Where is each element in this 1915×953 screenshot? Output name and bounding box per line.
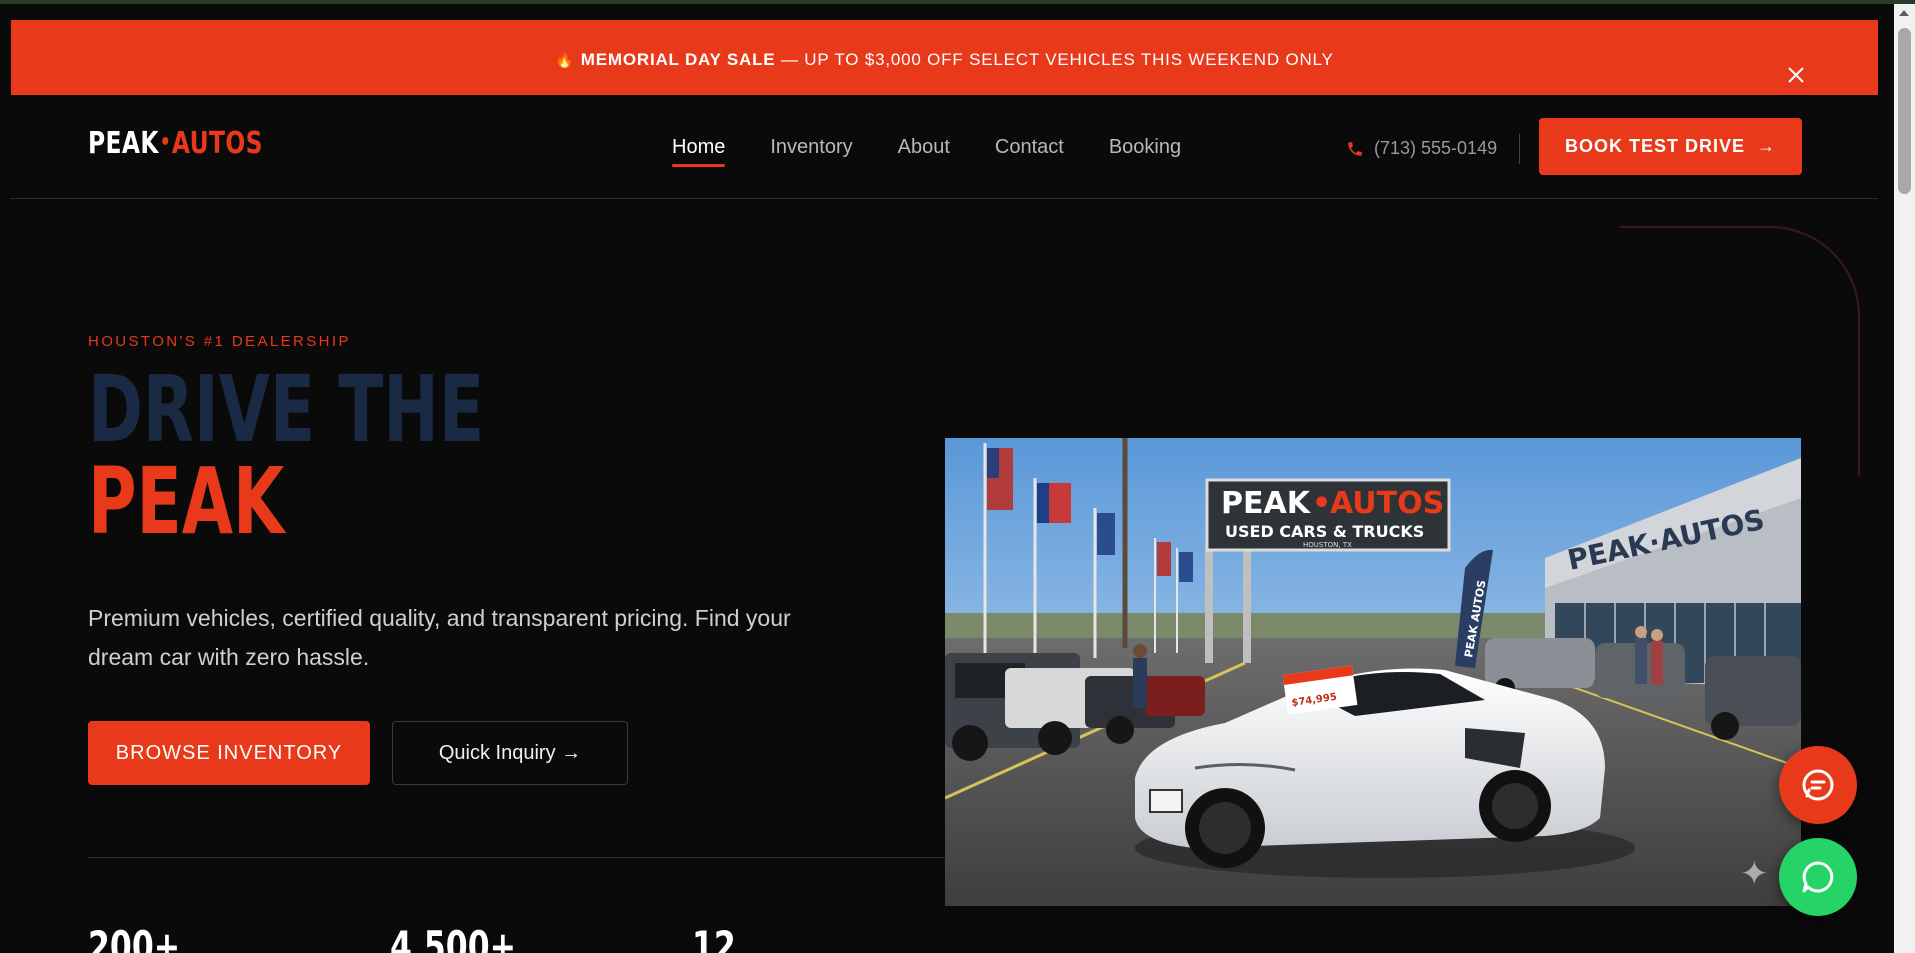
sign-location: HOUSTON, TX bbox=[1303, 541, 1352, 549]
book-test-drive-label: BOOK TEST DRIVE bbox=[1564, 136, 1745, 156]
book-test-drive-button[interactable]: BOOK TEST DRIVE → bbox=[1539, 118, 1802, 175]
sign-word-autos: AUTOS bbox=[1330, 486, 1444, 521]
headline-line-2: PEAK bbox=[88, 448, 285, 555]
sign-word-peak: PEAK bbox=[1221, 486, 1312, 521]
hero-subtitle: Premium vehicles, certified quality, and… bbox=[88, 605, 791, 670]
hero-headline: DRIVE THE PEAK bbox=[88, 364, 484, 548]
header-separator bbox=[1519, 134, 1520, 164]
chat-button[interactable] bbox=[1779, 746, 1857, 824]
hero-stats: 200+ 4,500+ 12 bbox=[88, 922, 994, 953]
whatsapp-icon bbox=[1802, 861, 1834, 893]
stat-value-1: 200+ bbox=[88, 922, 181, 953]
sparkle-icon: ✦ bbox=[1740, 854, 1769, 894]
stat-value-2: 4,500+ bbox=[390, 922, 517, 953]
nav-booking[interactable]: Booking bbox=[1109, 136, 1181, 167]
page-viewport: 🔥 MEMORIAL DAY SALE — UP TO $3,000 OFF SE… bbox=[10, 4, 1878, 953]
scroll-up-arrow-icon[interactable] bbox=[1899, 10, 1909, 16]
nav-contact[interactable]: Contact bbox=[995, 136, 1064, 167]
headline-line-1: DRIVE THE bbox=[88, 356, 485, 463]
main-nav: Home Inventory About Contact Booking bbox=[672, 136, 1181, 167]
phone-link[interactable]: (713) 555-0149 bbox=[1346, 138, 1497, 159]
logo-dot: • bbox=[159, 130, 172, 155]
hero-divider bbox=[88, 857, 956, 858]
promo-text: 🔥 MEMORIAL DAY SALE — UP TO $3,000 OFF SE… bbox=[11, 50, 1878, 70]
phone-number: (713) 555-0149 bbox=[1374, 138, 1498, 158]
arrow-right-icon: → bbox=[1757, 136, 1776, 156]
browse-inventory-button[interactable]: BROWSE INVENTORY bbox=[88, 721, 370, 785]
flame-icon: 🔥 bbox=[555, 52, 575, 69]
chat-icon bbox=[1802, 769, 1834, 801]
promo-highlight: MEMORIAL DAY SALE bbox=[580, 50, 776, 69]
site-logo[interactable]: PEAK•AUTOS bbox=[88, 126, 263, 161]
close-icon bbox=[1788, 67, 1804, 83]
hero-eyebrow: HOUSTON'S #1 DEALERSHIP bbox=[88, 333, 351, 350]
scrollbar-thumb[interactable] bbox=[1898, 28, 1911, 194]
quick-inquiry-button[interactable]: Quick Inquiry → bbox=[392, 721, 628, 785]
sign-dot: • bbox=[1312, 486, 1331, 521]
nav-about[interactable]: About bbox=[898, 136, 950, 167]
nav-home[interactable]: Home bbox=[672, 136, 726, 167]
hero-dealership-photo: PEAK • AUTOS USED CARS & TRUCKS HOUSTON,… bbox=[945, 438, 1801, 906]
sign-subtitle: USED CARS & TRUCKS bbox=[1225, 522, 1424, 541]
dealership-illustration: PEAK • AUTOS USED CARS & TRUCKS HOUSTON,… bbox=[945, 438, 1801, 906]
stat-value-3: 12 bbox=[692, 922, 736, 953]
phone-icon bbox=[1348, 141, 1362, 156]
site-header: PEAK•AUTOS Home Inventory About Contact … bbox=[10, 96, 1878, 199]
nav-inventory[interactable]: Inventory bbox=[770, 136, 852, 167]
promo-close-button[interactable] bbox=[1781, 60, 1811, 90]
promo-banner: 🔥 MEMORIAL DAY SALE — UP TO $3,000 OFF SE… bbox=[11, 20, 1878, 95]
promo-rest: — UP TO $3,000 OFF SELECT VEHICLES THIS … bbox=[775, 50, 1334, 69]
logo-word-peak: PEAK bbox=[88, 126, 159, 161]
logo-word-autos: AUTOS bbox=[171, 126, 263, 161]
whatsapp-button[interactable] bbox=[1779, 838, 1857, 916]
